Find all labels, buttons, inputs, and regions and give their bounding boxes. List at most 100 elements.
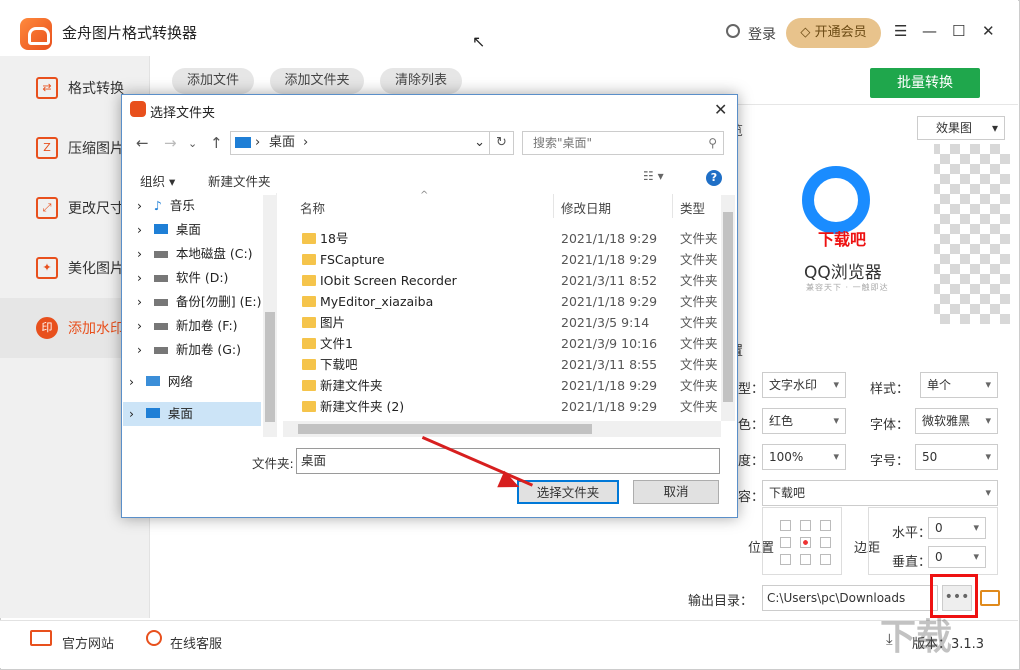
file-row[interactable]: 文件1 2021/3/9 10:16 文件夹 (298, 333, 718, 354)
help-icon[interactable]: ? (706, 170, 722, 186)
recent-chevron-icon[interactable]: ⌄ (188, 137, 197, 150)
effect-select[interactable]: 效果图 ▾ (917, 116, 1005, 140)
clear-list-button[interactable]: 清除列表 (380, 68, 462, 94)
tree-item-music[interactable]: › ♪ 音乐 (137, 194, 195, 218)
file-date: 2021/3/11 8:55 (561, 357, 658, 372)
drive-icon (153, 251, 168, 258)
menu-icon[interactable]: ☰ (894, 22, 907, 40)
dialog-app-icon (130, 101, 146, 117)
corner-watermark: 下载 (880, 617, 953, 658)
position-cell[interactable] (820, 554, 831, 565)
drive-icon (153, 299, 168, 306)
add-folder-button[interactable]: 添加文件夹 (270, 68, 364, 94)
tree-item-network[interactable]: › 网络 (129, 370, 193, 394)
file-row[interactable]: 图片 2021/3/5 9:14 文件夹 (298, 312, 718, 333)
search-icon: ⚲ (708, 136, 717, 150)
login-link[interactable]: 登录 (748, 24, 776, 44)
sidebar-item-label: 压缩图片 (68, 141, 124, 157)
chevron-down-icon: ▾ (991, 121, 998, 135)
file-row[interactable]: 新建文件夹 2021/1/18 9:29 文件夹 (298, 375, 718, 396)
tree-item-desktop[interactable]: › 桌面 (137, 218, 201, 242)
horizontal-scrollbar-thumb[interactable] (298, 424, 592, 434)
dialog-close-icon[interactable]: ✕ (714, 100, 727, 119)
vertical-stepper[interactable]: 0 (928, 546, 986, 568)
horizontal-stepper[interactable]: 0 (928, 517, 986, 539)
app-title: 金舟图片格式转换器 (62, 24, 198, 42)
position-cell[interactable] (780, 554, 791, 565)
watermark-text-input[interactable]: 下载吧 (762, 480, 998, 506)
position-cell[interactable] (820, 520, 831, 531)
file-row[interactable]: MyEditor_xiazaiba 2021/1/18 9:29 文件夹 (298, 291, 718, 312)
view-options-icon[interactable]: ☷ ▾ (643, 169, 664, 183)
size-stepper[interactable]: 50 (915, 444, 998, 470)
file-type: 文件夹 (680, 399, 718, 414)
position-cell[interactable] (800, 520, 811, 531)
file-row[interactable]: IObit Screen Recorder 2021/3/11 8:52 文件夹 (298, 270, 718, 291)
address-separator: › (303, 135, 309, 150)
chevron-right-icon: › (137, 246, 154, 261)
folder-name-input[interactable]: 桌面 (296, 448, 720, 474)
close-button[interactable]: ✕ (982, 22, 995, 40)
organize-menu[interactable]: 组织 ▾ (140, 171, 175, 190)
file-name: 文件1 (320, 336, 353, 351)
search-input[interactable]: 搜索"桌面" ⚲ (522, 131, 724, 155)
tree-item-drive-e[interactable]: › 备份[勿删] (E:) (137, 290, 261, 314)
opacity-select[interactable]: 100% (762, 444, 846, 470)
opacity-label: 度： (738, 454, 765, 469)
diamond-icon: ◇ (800, 25, 815, 40)
batch-convert-button[interactable]: 批量转换 (870, 68, 980, 98)
folder-icon (302, 254, 316, 265)
minimize-button[interactable]: — (922, 22, 937, 40)
preview-slogan: 兼容天下 · 一触即达 (806, 283, 889, 292)
file-name: 新建文件夹 (2) (320, 399, 405, 414)
tree-item-desktop-selected[interactable]: › 桌面 (123, 402, 261, 426)
file-row[interactable]: FSCapture 2021/1/18 9:29 文件夹 (298, 249, 718, 270)
tree-item-label: 新加卷 (F:) (175, 318, 238, 333)
up-arrow-icon[interactable]: ↑ (210, 134, 223, 152)
position-cell[interactable] (820, 537, 831, 548)
file-row[interactable]: 18号 2021/1/18 9:29 文件夹 (298, 228, 718, 249)
tree-item-label: 备份[勿删] (E:) (175, 294, 262, 309)
position-cell[interactable] (780, 537, 791, 548)
compress-icon: Z (36, 137, 58, 159)
file-date: 2021/1/18 9:29 (561, 231, 658, 246)
forward-arrow-icon[interactable]: → (164, 134, 177, 152)
tree-item-drive-c[interactable]: › 本地磁盘 (C:) (137, 242, 253, 266)
file-list-scrollbar-thumb[interactable] (723, 212, 733, 402)
maximize-button[interactable]: ☐ (952, 22, 965, 40)
column-header-date[interactable]: 修改日期 (561, 198, 611, 217)
online-service-link[interactable]: 在线客服 (170, 633, 222, 652)
tree-scrollbar-thumb[interactable] (265, 312, 275, 422)
cancel-button[interactable]: 取消 (633, 480, 719, 504)
folder-icon (302, 296, 316, 307)
position-cell-selected[interactable] (800, 537, 811, 548)
folder-open-icon[interactable] (980, 590, 1000, 606)
official-site-link[interactable]: 官方网站 (62, 633, 114, 652)
headset-icon (146, 630, 162, 646)
position-cell[interactable] (780, 520, 791, 531)
type-select[interactable]: 文字水印 (762, 372, 846, 398)
column-header-name[interactable]: 名称 (300, 198, 325, 217)
color-select[interactable]: 红色 (762, 408, 846, 434)
sidebar-item-label: 格式转换 (68, 81, 124, 97)
back-arrow-icon[interactable]: ← (136, 134, 149, 152)
font-select[interactable]: 微软雅黑 (915, 408, 998, 434)
sidebar-item-label: 更改尺寸 (68, 201, 124, 217)
new-folder-button[interactable]: 新建文件夹 (208, 171, 271, 190)
file-row[interactable]: 新建文件夹 (2) 2021/1/18 9:29 文件夹 (298, 396, 718, 417)
column-header-type[interactable]: 类型 (680, 198, 705, 217)
refresh-icon[interactable]: ↻ (490, 131, 514, 155)
chevron-down-icon[interactable]: ⌄ (474, 132, 485, 154)
position-cell[interactable] (800, 554, 811, 565)
tree-item-drive-g[interactable]: › 新加卷 (G:) (137, 338, 241, 362)
style-select[interactable]: 单个 (920, 372, 998, 398)
tree-item-drive-d[interactable]: › 软件 (D:) (137, 266, 228, 290)
tree-item-drive-f[interactable]: › 新加卷 (F:) (137, 314, 238, 338)
file-row[interactable]: 下载吧 2021/3/11 8:55 文件夹 (298, 354, 718, 375)
font-label: 字体： (870, 418, 910, 433)
size-label: 字号： (870, 454, 910, 469)
vip-button[interactable]: ◇ 开通会员 (786, 18, 881, 48)
add-file-button[interactable]: 添加文件 (172, 68, 254, 94)
address-bar[interactable]: › 桌面 › ⌄ (230, 131, 490, 155)
file-date: 2021/1/18 9:29 (561, 399, 658, 414)
